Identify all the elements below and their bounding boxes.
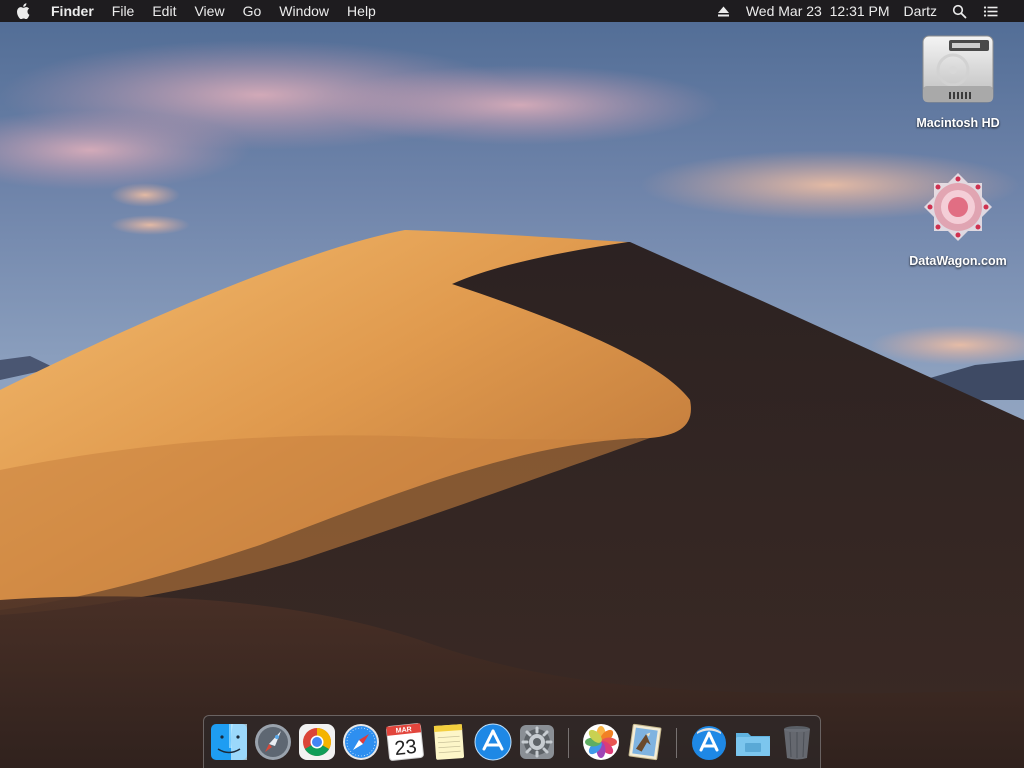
desktop-icon-datawagon[interactable]: DataWagon.com xyxy=(898,168,1018,268)
applications-stack-icon xyxy=(692,726,726,760)
finder-icon xyxy=(211,724,247,760)
dock: MAR 23 xyxy=(203,715,821,768)
system-preferences-icon xyxy=(520,725,554,759)
menu-app-finder[interactable]: Finder xyxy=(42,0,103,22)
desktop-icon-label: Macintosh HD xyxy=(916,116,1000,130)
dock-item-notes[interactable] xyxy=(429,722,469,762)
mail-icon xyxy=(628,723,662,761)
dock-separator xyxy=(568,728,569,758)
trash-icon xyxy=(784,726,810,760)
dock-item-system-preferences[interactable] xyxy=(517,722,557,762)
dock-item-calendar[interactable]: MAR 23 xyxy=(385,722,425,762)
dock-item-documents-folder[interactable] xyxy=(733,722,773,762)
eject-icon[interactable] xyxy=(716,4,731,19)
clock-datetime[interactable]: Wed Mar 23 12:31 PM xyxy=(739,0,897,22)
calendar-day: 23 xyxy=(393,736,417,760)
dock-item-mail[interactable] xyxy=(625,722,665,762)
dock-separator xyxy=(676,728,677,758)
dock-item-trash[interactable] xyxy=(777,722,817,762)
app-store-icon xyxy=(474,723,512,761)
spotlight-search-icon[interactable] xyxy=(952,4,967,19)
menu-edit[interactable]: Edit xyxy=(143,0,185,22)
apple-icon[interactable] xyxy=(16,3,30,19)
folder-stack-icon xyxy=(736,733,770,756)
notes-icon xyxy=(433,724,465,760)
user-menu[interactable]: Dartz xyxy=(897,0,944,22)
dock-item-photos[interactable] xyxy=(581,722,621,762)
menu-help[interactable]: Help xyxy=(338,0,385,22)
desktop-wallpaper xyxy=(0,0,1024,768)
dock-item-applications-folder[interactable] xyxy=(689,722,729,762)
menu-view[interactable]: View xyxy=(185,0,233,22)
dock-item-app-store[interactable] xyxy=(473,722,513,762)
photos-icon xyxy=(583,724,619,760)
menu-go[interactable]: Go xyxy=(234,0,271,22)
launchpad-icon xyxy=(255,724,291,760)
dock-item-safari[interactable] xyxy=(341,722,381,762)
hard-drive-icon xyxy=(922,35,994,103)
calendar-icon: MAR 23 xyxy=(386,723,424,761)
desktop-icon-label: DataWagon.com xyxy=(909,254,1007,268)
menu-file[interactable]: File xyxy=(103,0,144,22)
notification-center-icon[interactable] xyxy=(983,4,998,19)
safari-icon xyxy=(343,724,379,760)
menu-bar: Finder File Edit View Go Window Help Wed… xyxy=(0,0,1024,22)
dock-item-launchpad[interactable] xyxy=(253,722,293,762)
dock-item-finder[interactable] xyxy=(209,722,249,762)
chrome-icon xyxy=(299,724,335,760)
datawagon-logo-icon xyxy=(924,173,992,241)
menu-window[interactable]: Window xyxy=(270,0,338,22)
dock-item-chrome[interactable] xyxy=(297,722,337,762)
desktop-icon-macintosh-hd[interactable]: Macintosh HD xyxy=(898,30,1018,130)
